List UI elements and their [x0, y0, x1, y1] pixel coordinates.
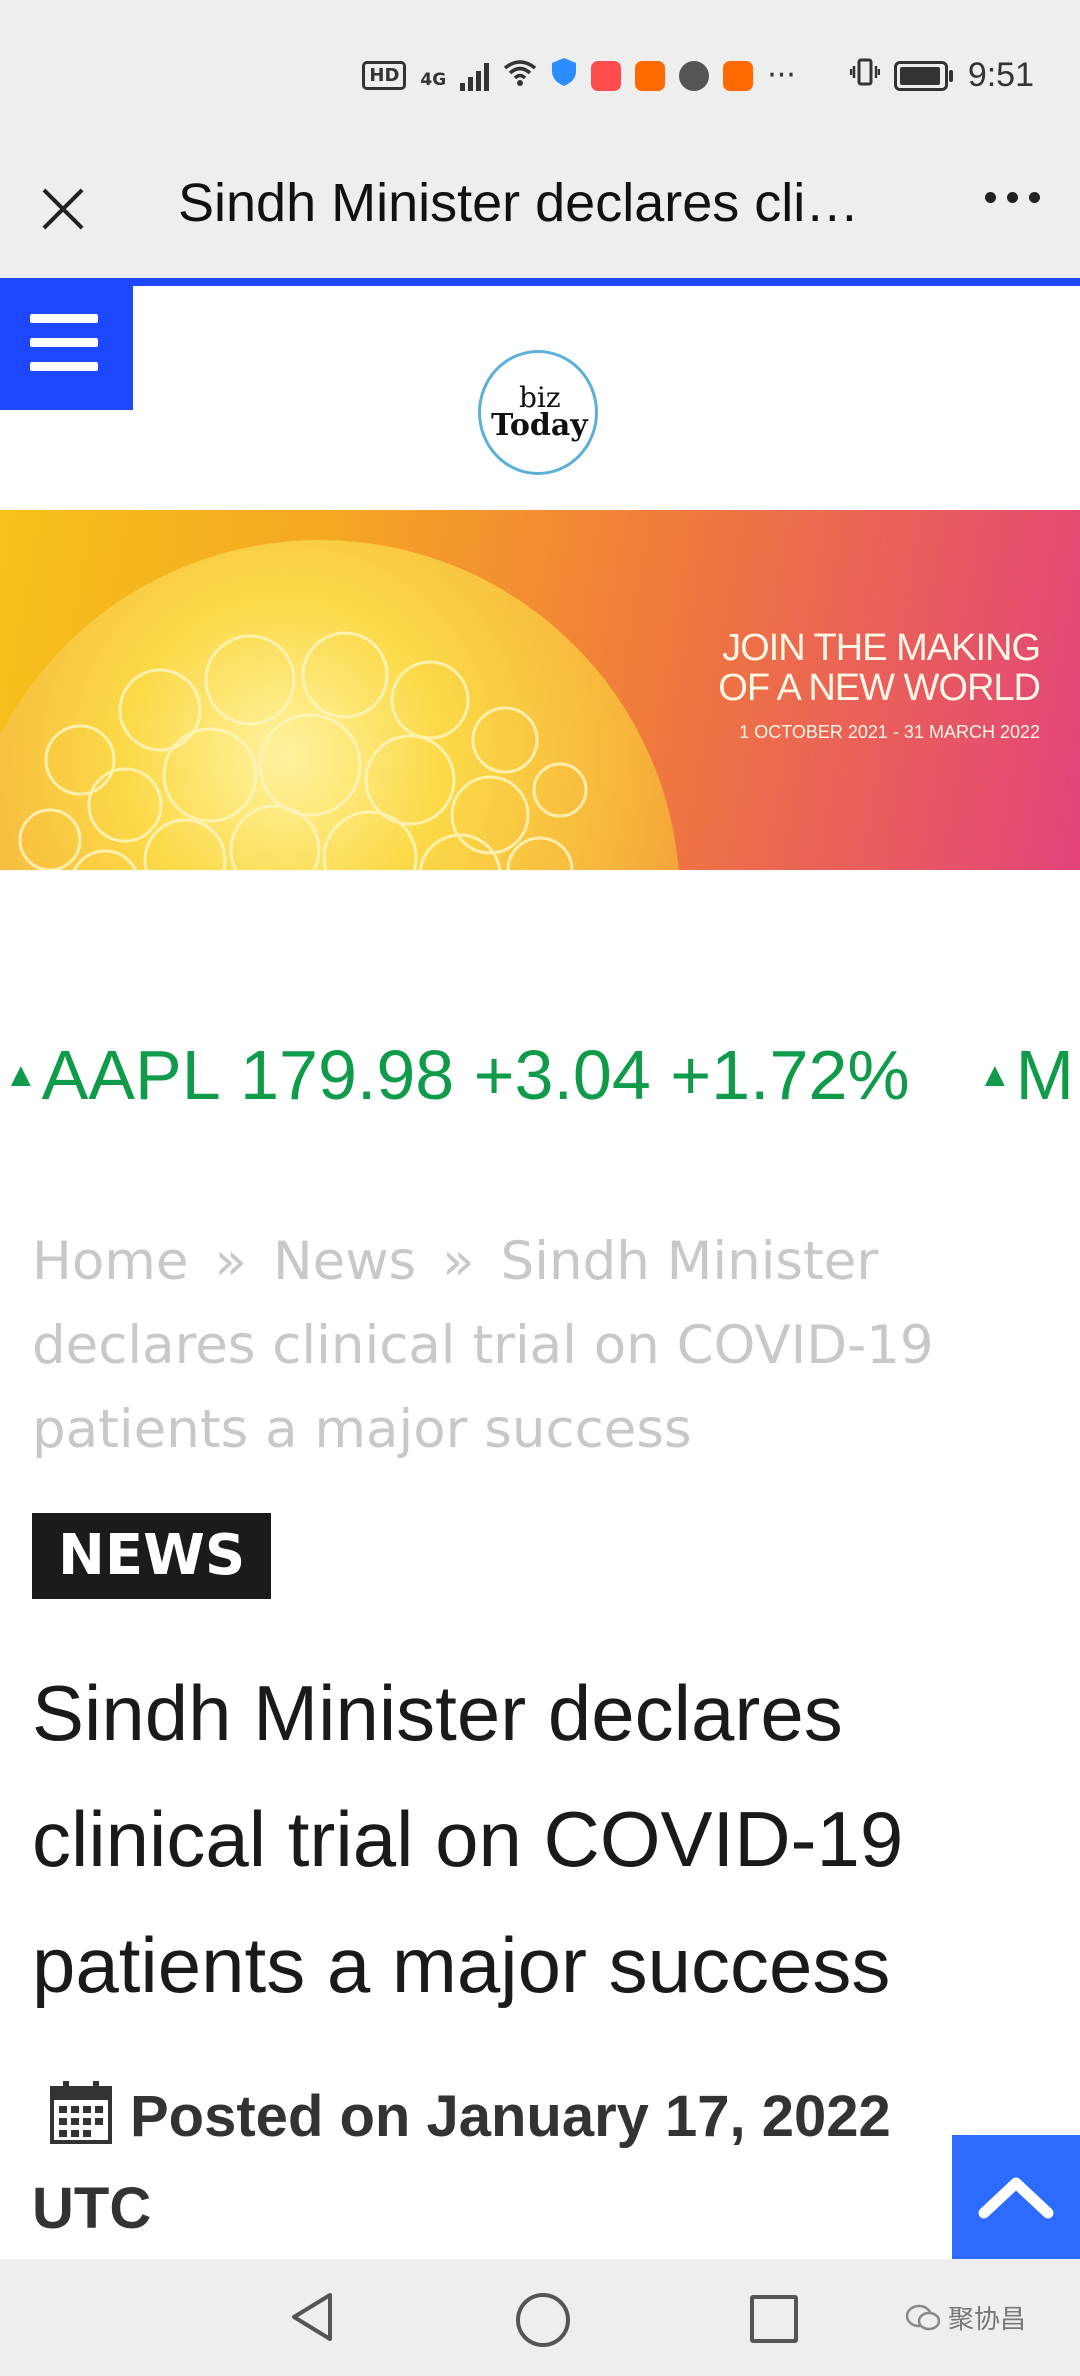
article-title: Sindh Minister declares clinical trial o… — [32, 1669, 904, 2009]
ticker-change: +3.04 — [473, 1036, 651, 1114]
site-logo[interactable]: biz Today — [478, 350, 598, 475]
weibo-icon — [635, 60, 666, 91]
breadcrumb-separator: » — [442, 1231, 475, 1292]
shield-icon — [551, 57, 577, 95]
weibo-icon-2 — [723, 60, 754, 91]
ticker-symbol: M — [1015, 1036, 1074, 1114]
back-icon[interactable] — [290, 2291, 334, 2347]
ticker-symbol: AAPL — [41, 1036, 221, 1114]
header-accent-line — [0, 278, 1080, 286]
ticker-percent: +1.72% — [670, 1036, 910, 1114]
chevron-up-icon — [978, 2177, 1054, 2219]
banner-dates: 1 OCTOBER 2021 - 31 MARCH 2022 — [739, 722, 1040, 742]
calendar-icon — [50, 2080, 112, 2167]
post-date: Posted on January 17, 2022 UTC — [32, 2075, 992, 2251]
stock-ticker: ▲ AAPL 179.98 +3.04 +1.72% ▲ M — [0, 1035, 1080, 1125]
ticker-price: 179.98 — [240, 1036, 455, 1114]
signal-strength-icon — [460, 61, 490, 91]
breadcrumb-news-link[interactable]: News — [273, 1231, 416, 1292]
vibrate-icon — [849, 57, 881, 95]
system-navigation-bar: 聚协昌 — [0, 2259, 1080, 2376]
banner-headline-line2: OF A NEW WORLD — [718, 667, 1041, 709]
webview-toolbar: Sindh Minister declares cli… — [0, 150, 1080, 278]
aperture-icon — [679, 60, 710, 91]
book-app-icon — [591, 60, 622, 91]
hd-voice-icon: HD — [362, 61, 407, 90]
watermark-text: 聚协昌 — [948, 2305, 1027, 2335]
globe-graphic — [0, 540, 680, 870]
page-title: Sindh Minister declares cli… — [178, 173, 860, 233]
category-badge[interactable]: NEWS — [32, 1513, 272, 1599]
ticker-item[interactable]: ▲ M — [978, 1035, 1074, 1115]
breadcrumb: Home» News» Sindh Minister declares clinic… — [32, 1220, 1032, 1472]
banner-headline: JOIN THE MAKING OF A NEW WORLD — [640, 627, 1041, 709]
close-button[interactable] — [30, 176, 96, 242]
up-arrow-icon: ▲ — [978, 1055, 1012, 1094]
status-bar: HD 4G ··· 9:51 — [0, 0, 1080, 150]
breadcrumb-home-link[interactable]: Home — [32, 1231, 189, 1292]
home-icon[interactable] — [516, 2293, 570, 2347]
ticker-item[interactable]: ▲ AAPL 179.98 +3.04 +1.72% — [4, 1035, 910, 1115]
recent-apps-icon[interactable] — [750, 2295, 798, 2343]
more-notifications-icon: ··· — [767, 58, 796, 93]
clock: 9:51 — [967, 56, 1034, 94]
hamburger-menu-button[interactable] — [0, 286, 133, 410]
network-type-label: 4G — [420, 70, 447, 90]
wechat-icon — [906, 2304, 940, 2330]
signal-icon: 4G — [420, 58, 446, 93]
expo-banner-ad[interactable]: JOIN THE MAKING OF A NEW WORLD 1 OCTOBER… — [0, 510, 1080, 870]
watermark: 聚协昌 — [906, 2299, 1026, 2336]
battery-icon — [893, 60, 953, 91]
logo-text-today: Today — [491, 408, 588, 443]
up-arrow-icon: ▲ — [4, 1055, 38, 1094]
breadcrumb-separator: » — [214, 1231, 247, 1292]
wifi-icon — [503, 58, 537, 94]
scroll-to-top-button[interactable] — [952, 2135, 1080, 2259]
more-options-button[interactable] — [985, 192, 1040, 203]
post-date-text: Posted on January 17, 2022 UTC — [32, 2084, 891, 2241]
status-icons: HD 4G ··· 9:51 — [362, 56, 1034, 95]
banner-headline-line1: JOIN THE MAKING — [722, 627, 1041, 669]
